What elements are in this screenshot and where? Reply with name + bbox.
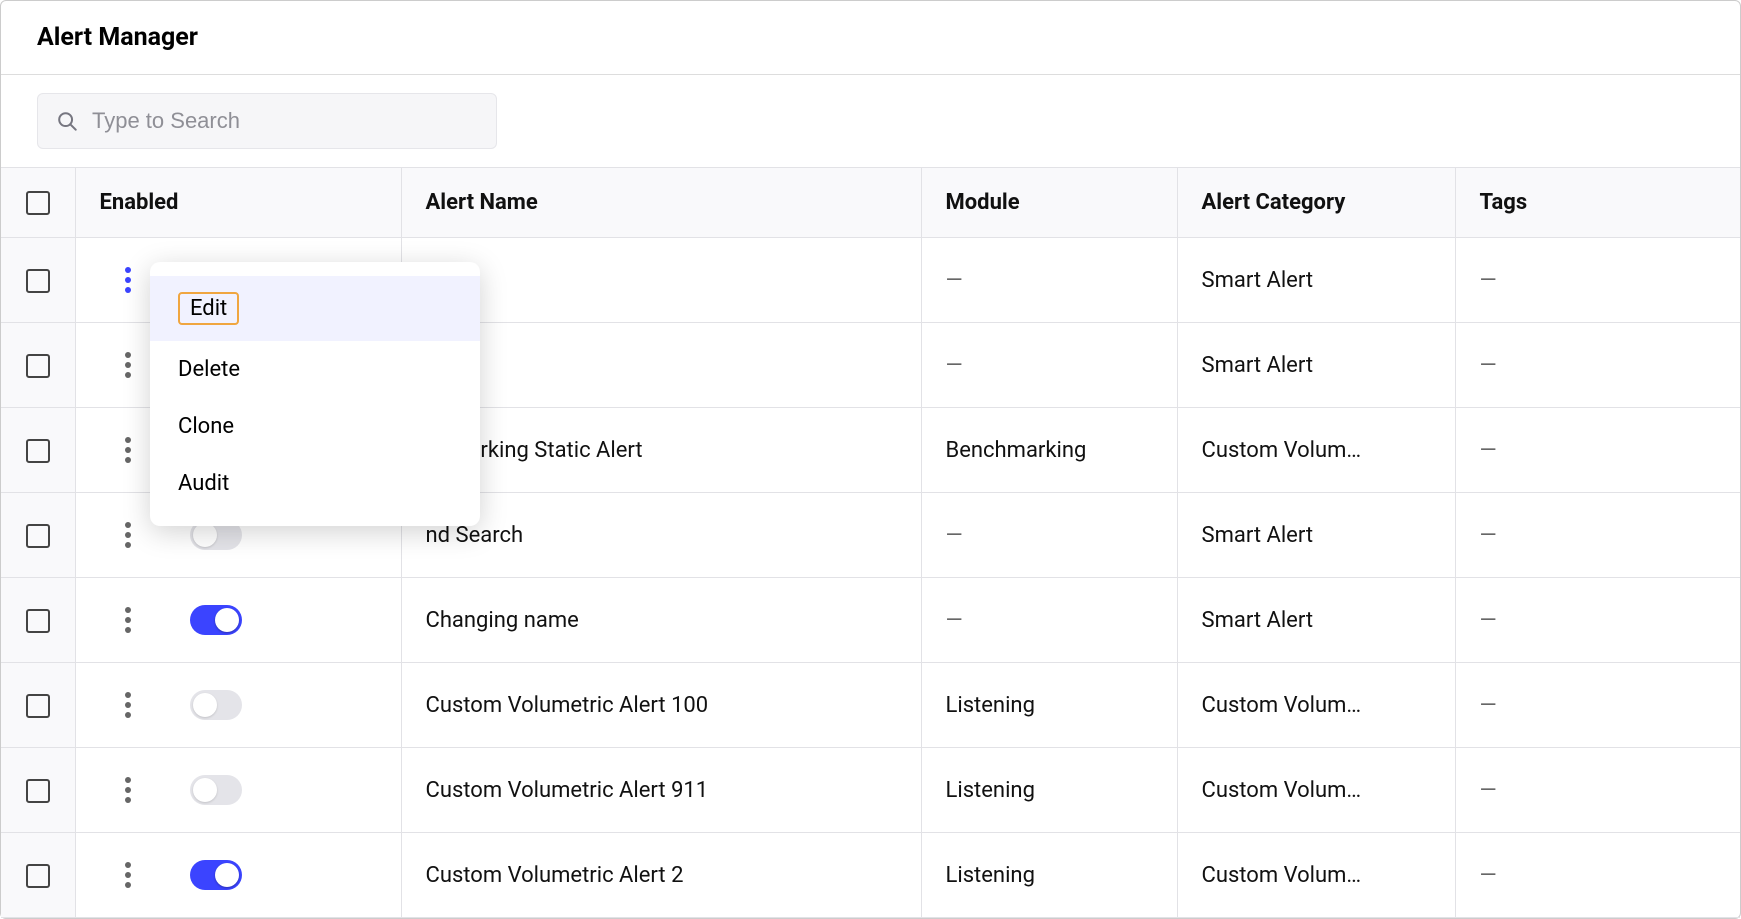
header-module[interactable]: Module (921, 168, 1177, 238)
row-checkbox[interactable] (26, 439, 50, 463)
search-row (1, 75, 1740, 167)
row-actions-menu: Edit Delete Clone Audit (150, 262, 480, 526)
more-vertical-icon (124, 351, 132, 379)
row-alert-category: Custom Volum… (1177, 833, 1455, 918)
enabled-toggle[interactable] (190, 775, 242, 805)
row-actions-button[interactable] (114, 687, 142, 723)
row-checkbox[interactable] (26, 269, 50, 293)
more-vertical-icon (124, 776, 132, 804)
row-checkbox-cell (1, 663, 75, 748)
row-alert-name[interactable]: Custom Volumetric Alert 100 (401, 663, 921, 748)
menu-item-clone[interactable]: Clone (150, 398, 480, 455)
row-actions-button[interactable] (114, 517, 142, 553)
more-vertical-icon (124, 691, 132, 719)
enabled-toggle[interactable] (190, 605, 242, 635)
row-checkbox-cell (1, 238, 75, 323)
header-checkbox-cell (1, 168, 75, 238)
row-tags: — (1455, 748, 1740, 833)
enabled-toggle[interactable] (190, 690, 242, 720)
menu-item-label: Audit (178, 471, 229, 496)
row-tags: — (1455, 238, 1740, 323)
row-enabled-cell (75, 748, 401, 833)
enabled-toggle[interactable] (190, 860, 242, 890)
menu-item-edit[interactable]: Edit (150, 276, 480, 341)
row-tags: — (1455, 663, 1740, 748)
row-checkbox-cell (1, 493, 75, 578)
table-row: Custom Volumetric Alert 911ListeningCust… (1, 748, 1740, 833)
row-checkbox[interactable] (26, 864, 50, 888)
row-checkbox[interactable] (26, 779, 50, 803)
row-actions-button[interactable] (114, 432, 142, 468)
menu-item-delete[interactable]: Delete (150, 341, 480, 398)
page-title: Alert Manager (37, 23, 1704, 52)
row-module: Benchmarking (921, 408, 1177, 493)
row-alert-category: Smart Alert (1177, 578, 1455, 663)
row-tags: — (1455, 323, 1740, 408)
row-enabled-cell (75, 578, 401, 663)
row-checkbox-cell (1, 833, 75, 918)
header-alert-name[interactable]: Alert Name (401, 168, 921, 238)
more-vertical-icon (124, 436, 132, 464)
row-module: Listening (921, 748, 1177, 833)
more-vertical-icon (124, 266, 132, 294)
row-actions-button[interactable] (114, 262, 142, 298)
row-actions-button[interactable] (114, 857, 142, 893)
more-vertical-icon (124, 521, 132, 549)
row-tags: — (1455, 833, 1740, 918)
row-tags: — (1455, 578, 1740, 663)
row-checkbox-cell (1, 323, 75, 408)
row-alert-name[interactable]: Custom Volumetric Alert 2 (401, 833, 921, 918)
row-alert-category: Custom Volum… (1177, 663, 1455, 748)
header-tags[interactable]: Tags (1455, 168, 1740, 238)
row-checkbox[interactable] (26, 354, 50, 378)
table-row: Custom Volumetric Alert 2ListeningCustom… (1, 833, 1740, 918)
menu-item-label: Clone (178, 414, 234, 439)
row-actions-button[interactable] (114, 772, 142, 808)
header-alert-category[interactable]: Alert Category (1177, 168, 1455, 238)
select-all-checkbox[interactable] (26, 191, 50, 215)
row-alert-name[interactable]: Custom Volumetric Alert 911 (401, 748, 921, 833)
row-tags: — (1455, 408, 1740, 493)
menu-item-label: Delete (178, 357, 240, 382)
row-module: — (921, 493, 1177, 578)
row-checkbox[interactable] (26, 524, 50, 548)
row-alert-category: Smart Alert (1177, 323, 1455, 408)
row-module: — (921, 578, 1177, 663)
row-module: Listening (921, 833, 1177, 918)
row-checkbox[interactable] (26, 694, 50, 718)
more-vertical-icon (124, 861, 132, 889)
row-enabled-cell (75, 663, 401, 748)
row-actions-button[interactable] (114, 602, 142, 638)
row-enabled-cell (75, 833, 401, 918)
row-alert-category: Custom Volum… (1177, 408, 1455, 493)
search-box[interactable] (37, 93, 497, 149)
row-alert-name[interactable]: Changing name (401, 578, 921, 663)
row-actions-button[interactable] (114, 347, 142, 383)
row-module: — (921, 238, 1177, 323)
row-checkbox-cell (1, 408, 75, 493)
search-icon (56, 110, 78, 132)
row-module: — (921, 323, 1177, 408)
row-tags: — (1455, 493, 1740, 578)
row-checkbox[interactable] (26, 609, 50, 633)
menu-item-audit[interactable]: Audit (150, 455, 480, 512)
panel-header: Alert Manager (1, 1, 1740, 75)
more-vertical-icon (124, 606, 132, 634)
row-alert-category: Custom Volum… (1177, 748, 1455, 833)
table-row: Custom Volumetric Alert 100ListeningCust… (1, 663, 1740, 748)
search-input[interactable] (92, 108, 478, 134)
menu-item-label: Edit (178, 292, 239, 325)
table-header-row: Enabled Alert Name Module Alert Category… (1, 168, 1740, 238)
row-alert-category: Smart Alert (1177, 493, 1455, 578)
row-checkbox-cell (1, 748, 75, 833)
row-alert-category: Smart Alert (1177, 238, 1455, 323)
row-module: Listening (921, 663, 1177, 748)
row-checkbox-cell (1, 578, 75, 663)
table-row: Changing name—Smart Alert— (1, 578, 1740, 663)
header-enabled[interactable]: Enabled (75, 168, 401, 238)
